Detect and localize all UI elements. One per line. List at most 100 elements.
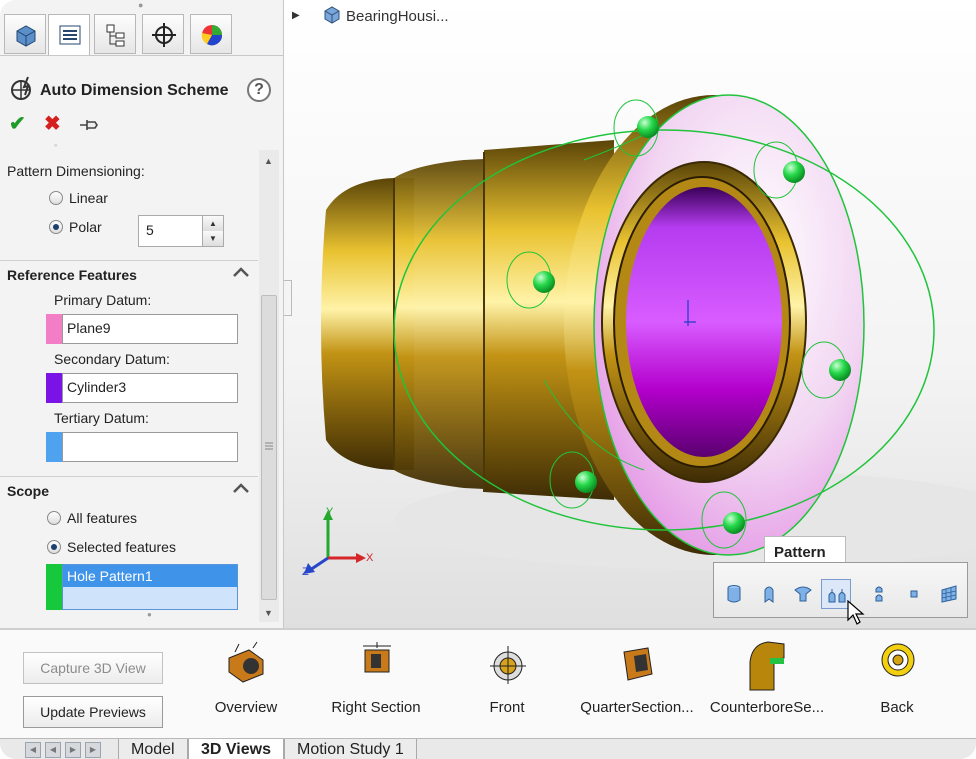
scope-title: Scope: [7, 483, 50, 499]
collapse-chevron-icon[interactable]: [232, 481, 250, 495]
primary-datum-label: Primary Datum:: [54, 292, 152, 308]
grip-icon: [265, 442, 273, 450]
view-name: Overview: [214, 699, 278, 716]
feature-tree-icon: [16, 25, 36, 47]
selected-features-list[interactable]: Hole Pattern1: [62, 564, 238, 610]
update-previews-button[interactable]: Update Previews: [23, 696, 163, 728]
scroll-thumb[interactable]: [261, 295, 277, 600]
list-item[interactable]: Hole Pattern1: [63, 565, 237, 587]
all-features-radio[interactable]: [47, 511, 61, 525]
linear-label: Linear: [69, 190, 108, 206]
triad-x-label: X: [366, 552, 374, 564]
counterbore-section-thumbnail: [749, 641, 785, 691]
view-name: Right Section: [331, 699, 421, 716]
feature-manager-tab[interactable]: [4, 14, 46, 54]
help-icon[interactable]: ?: [247, 78, 271, 102]
quarter-section-thumbnail: [623, 647, 653, 681]
surface-grid-icon: [941, 585, 957, 603]
secondary-color-swatch: [46, 373, 62, 403]
polar-radio[interactable]: [49, 220, 63, 234]
reference-features-header[interactable]: Reference Features: [0, 260, 258, 289]
polar-label: Polar: [69, 219, 102, 235]
mouse-pointer-icon: [847, 600, 865, 625]
tertiary-datum-field[interactable]: [62, 432, 238, 462]
property-manager: Auto Dimension Scheme ? ✔ ✖ Pattern Dime…: [0, 0, 284, 628]
splitter-dot-icon: ◦: [54, 140, 58, 150]
pattern-icon: [828, 589, 846, 603]
feature-filter-toolbar: [713, 562, 968, 618]
cylinder-icon: [727, 585, 741, 603]
next-tab-icon[interactable]: ▶: [65, 742, 81, 758]
view-name: Back: [880, 699, 914, 716]
property-manager-tab[interactable]: [48, 14, 90, 55]
auto-dimension-icon: [11, 76, 31, 100]
tab-motion-study[interactable]: Motion Study 1: [284, 739, 417, 759]
scroll-down-icon[interactable]: ▼: [264, 608, 273, 618]
triad-z-label: Z: [302, 566, 309, 578]
bottom-tab-bar: ◀ ◀ ▶ ▶ Model 3D Views Motion Study 1: [0, 738, 976, 759]
capture-3d-view-button[interactable]: Capture 3D View: [23, 652, 163, 684]
all-features-label: All features: [67, 510, 138, 526]
cylinder-feature-button[interactable]: [719, 579, 749, 609]
app-frame: Auto Dimension Scheme ? ✔ ✖ Pattern Dime…: [0, 0, 976, 759]
primary-color-swatch: [46, 314, 62, 344]
stepper-down-icon[interactable]: ▼: [202, 231, 223, 246]
slot-feature-button[interactable]: [754, 579, 784, 609]
dimxpert-manager-tab[interactable]: [142, 14, 184, 54]
linear-radio[interactable]: [49, 191, 63, 205]
tertiary-color-swatch: [46, 432, 62, 462]
countersink-feature-button[interactable]: [788, 579, 818, 609]
polar-count-value: 5: [146, 222, 154, 238]
selected-features-label: Selected features: [67, 539, 176, 555]
scroll-up-icon[interactable]: ▲: [264, 156, 273, 166]
graphics-viewport[interactable]: ▶ BearingHousi... Y X Z: [284, 0, 976, 628]
panel-title: Auto Dimension Scheme: [40, 82, 229, 99]
small-square-icon: [910, 590, 918, 598]
manager-tabs: [0, 10, 283, 55]
scope-header[interactable]: Scope: [0, 476, 258, 505]
last-tab-icon[interactable]: ▶: [85, 742, 101, 758]
tab-3d-views[interactable]: 3D Views: [188, 739, 284, 759]
secondary-datum-field[interactable]: Cylinder3: [62, 373, 238, 403]
3d-views-panel: Capture 3D View Update Previews Overview…: [0, 628, 976, 759]
configuration-tree-icon: [106, 24, 125, 47]
pattern-dimensioning-label: Pattern Dimensioning:: [7, 163, 145, 179]
overview-thumbnail: [228, 641, 264, 683]
collapse-chevron-icon[interactable]: [232, 265, 250, 279]
stepper-up-icon[interactable]: ▲: [202, 216, 223, 231]
slot-icon: [764, 586, 774, 603]
stacked-holes-button[interactable]: [864, 579, 894, 609]
appearance-ball-icon: [201, 25, 223, 46]
selected-features-radio[interactable]: [47, 540, 61, 554]
surface-feature-button[interactable]: [934, 579, 964, 609]
bearing-housing-model: [321, 94, 976, 570]
view-name: Front: [489, 699, 525, 716]
crosshair-icon: [152, 23, 176, 47]
panel-scrollbar[interactable]: ▲ ▼: [259, 150, 279, 622]
tertiary-datum-label: Tertiary Datum:: [54, 410, 149, 426]
secondary-datum-label: Secondary Datum:: [54, 351, 170, 367]
polar-count-stepper[interactable]: 5 ▲ ▼: [138, 215, 224, 247]
view-name: CounterboreSe...: [709, 699, 825, 716]
stacked-holes-icon: [875, 586, 883, 602]
triad-y-label: Y: [326, 506, 334, 518]
display-manager-tab[interactable]: [190, 14, 232, 54]
splitter-dot-icon: ●: [138, 0, 144, 10]
configuration-manager-tab[interactable]: [94, 14, 136, 54]
right-section-thumbnail: [363, 642, 391, 673]
countersink-icon: [794, 586, 812, 602]
view-name: QuarterSection...: [580, 699, 694, 716]
selected-color-swatch: [46, 564, 62, 610]
splitter-dot-icon: ●: [147, 610, 152, 619]
tab-model[interactable]: Model: [118, 739, 188, 759]
panel-header: Auto Dimension Scheme ? ✔ ✖: [0, 55, 283, 151]
prev-tab-icon[interactable]: ◀: [45, 742, 61, 758]
ok-check-icon[interactable]: ✔: [9, 114, 26, 134]
cancel-x-icon[interactable]: ✖: [44, 114, 61, 134]
small-feature-button[interactable]: [899, 579, 929, 609]
back-thumbnail: [881, 643, 915, 677]
reference-features-title: Reference Features: [7, 267, 137, 283]
pushpin-icon[interactable]: [79, 116, 99, 138]
first-tab-icon[interactable]: ◀: [25, 742, 41, 758]
primary-datum-field[interactable]: Plane9: [62, 314, 238, 344]
